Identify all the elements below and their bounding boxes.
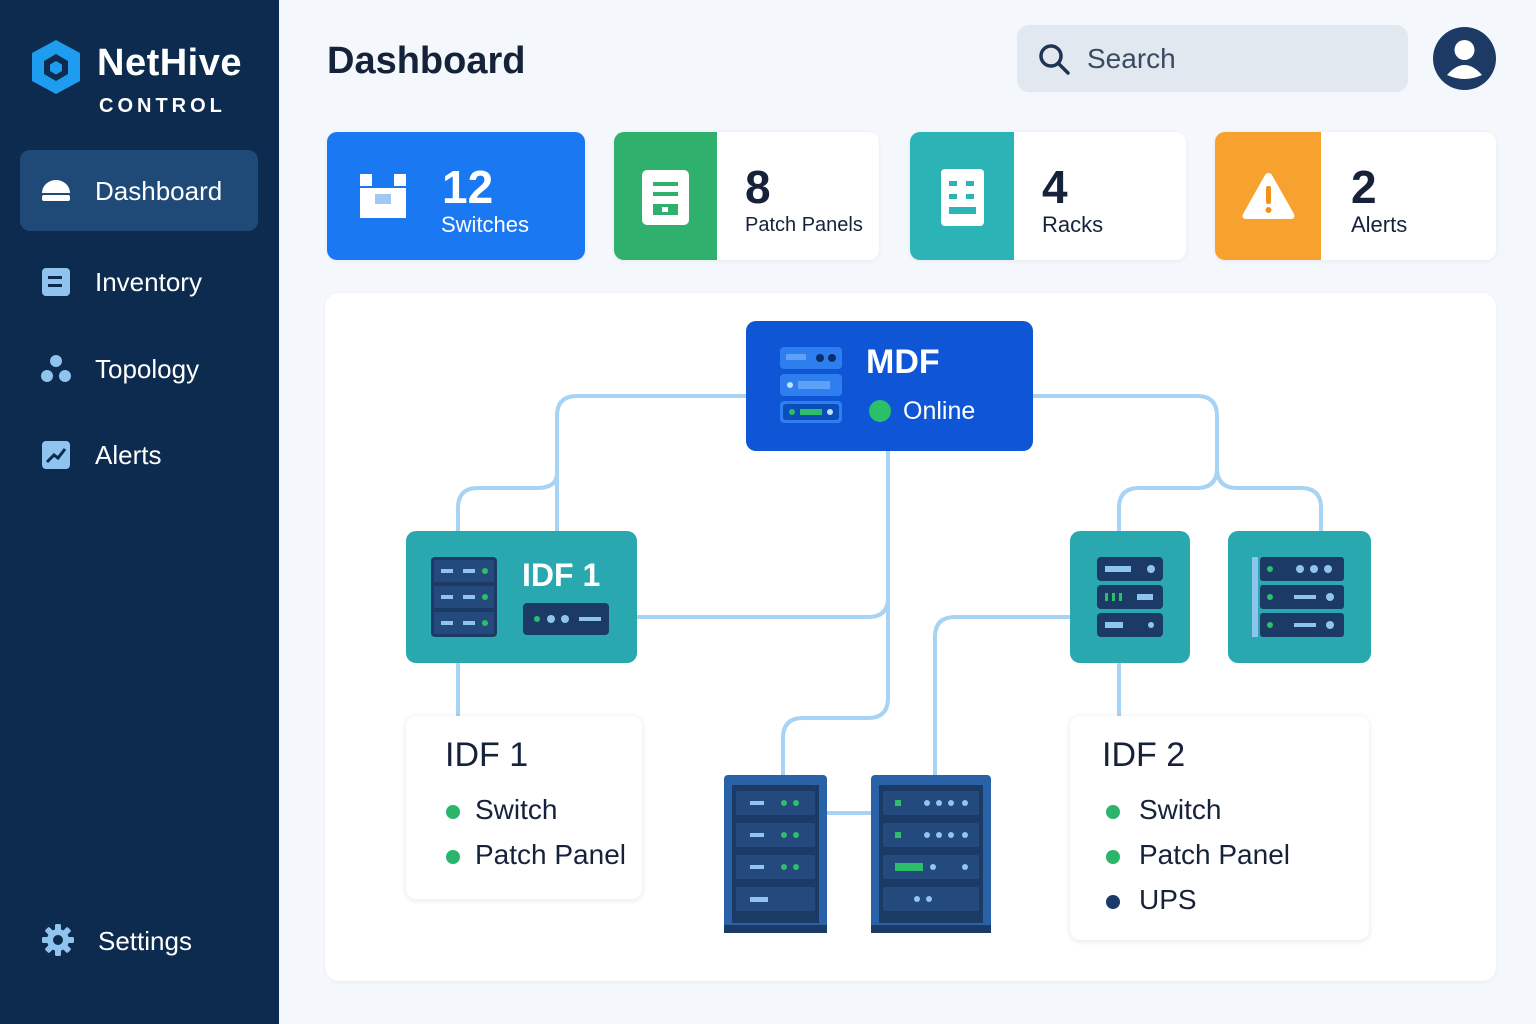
- stat-label: Switches: [441, 212, 530, 237]
- sidebar-item-label: Alerts: [95, 440, 162, 470]
- idf1-node[interactable]: IDF 1: [406, 531, 637, 663]
- rack-icon: [941, 169, 984, 226]
- gear-icon: [42, 924, 74, 956]
- mdf-title: MDF: [866, 343, 940, 381]
- list-item-label: Switch: [475, 794, 558, 825]
- alerts-icon: [42, 441, 70, 469]
- idf1-info-card[interactable]: IDF 1 Switch Patch Panel: [406, 716, 642, 899]
- page-title: Dashboard: [327, 40, 526, 82]
- topology-icon: [41, 355, 71, 382]
- server-stack-icon: [780, 347, 842, 423]
- idf1-node-title: IDF 1: [522, 557, 601, 593]
- status-dot: [1106, 895, 1120, 909]
- status-dot: [446, 805, 460, 819]
- hexagon-logo-icon: [32, 40, 80, 94]
- patch-panel-icon: [642, 170, 689, 225]
- rack-server-1[interactable]: [724, 775, 827, 933]
- stat-label: Patch Panels: [745, 214, 863, 236]
- stat-label: Racks: [1042, 212, 1104, 237]
- idf2-switch-node[interactable]: [1070, 531, 1190, 663]
- sidebar-item-dashboard[interactable]: Dashboard: [20, 150, 258, 231]
- list-item-label: UPS: [1139, 884, 1197, 915]
- list-item-label: Switch: [1139, 794, 1222, 825]
- stat-card-racks[interactable]: 4 Racks: [910, 132, 1186, 260]
- status-dot: [869, 400, 891, 422]
- search-box[interactable]: [1017, 25, 1408, 92]
- stat-label: Alerts: [1351, 212, 1408, 237]
- server-rack-icon: [1252, 557, 1344, 637]
- stat-value: 8: [745, 161, 771, 213]
- stat-value: 2: [1351, 161, 1377, 213]
- stat-value: 4: [1042, 161, 1068, 213]
- warning-icon: [1242, 173, 1295, 219]
- avatar[interactable]: [1433, 27, 1496, 90]
- list-item-label: Patch Panel: [1139, 839, 1290, 870]
- idf1-card-title: IDF 1: [445, 736, 529, 774]
- search-icon: [1039, 44, 1070, 75]
- sidebar-item-label: Inventory: [95, 267, 202, 297]
- stat-card-switches[interactable]: 12 Switches: [327, 132, 585, 260]
- app-name: NetHive: [97, 42, 242, 84]
- mdf-status: Online: [903, 397, 976, 425]
- inventory-icon: [42, 268, 70, 296]
- mdf-node[interactable]: MDF Online: [746, 321, 1033, 451]
- sidebar: NetHive CONTROL Dashboard Inventory Topo…: [0, 0, 279, 1024]
- server-stack-icon: [1097, 557, 1163, 637]
- idf2-panel-node[interactable]: [1228, 531, 1371, 663]
- app-logo: NetHive CONTROL: [30, 38, 270, 128]
- sidebar-item-label: Settings: [98, 926, 192, 956]
- status-dot: [446, 850, 460, 864]
- list-item-label: Patch Panel: [475, 839, 626, 870]
- stat-icon-box: [910, 132, 1014, 260]
- stat-value: 12: [442, 161, 494, 213]
- stat-icon-box: [614, 132, 717, 260]
- search-input[interactable]: [1087, 25, 1387, 92]
- stat-icon-box: [1215, 132, 1321, 260]
- idf2-info-card[interactable]: IDF 2 Switch Patch Panel UPS: [1070, 716, 1369, 940]
- switch-device-icon: [523, 603, 609, 635]
- status-dot: [1106, 805, 1120, 819]
- sidebar-item-topology[interactable]: Topology: [20, 328, 258, 409]
- idf2-card-title: IDF 2: [1102, 736, 1186, 774]
- sidebar-item-settings[interactable]: Settings: [20, 900, 258, 981]
- status-dot: [1106, 850, 1120, 864]
- topology-panel: MDF Online IDF 1 IDF 1 Switch Patch Pane…: [325, 293, 1496, 981]
- server-rack-icon: [431, 557, 497, 637]
- rack-server-2[interactable]: [871, 775, 991, 933]
- switch-icon: [360, 174, 406, 218]
- stat-card-alerts[interactable]: 2 Alerts: [1215, 132, 1496, 260]
- sidebar-item-alerts[interactable]: Alerts: [20, 414, 258, 495]
- sidebar-item-inventory[interactable]: Inventory: [20, 241, 258, 322]
- dashboard-icon: [42, 180, 70, 201]
- app-subtitle: CONTROL: [99, 95, 226, 117]
- sidebar-item-label: Dashboard: [95, 176, 223, 206]
- stat-card-patch-panels[interactable]: 8 Patch Panels: [614, 132, 879, 260]
- sidebar-item-label: Topology: [95, 354, 200, 384]
